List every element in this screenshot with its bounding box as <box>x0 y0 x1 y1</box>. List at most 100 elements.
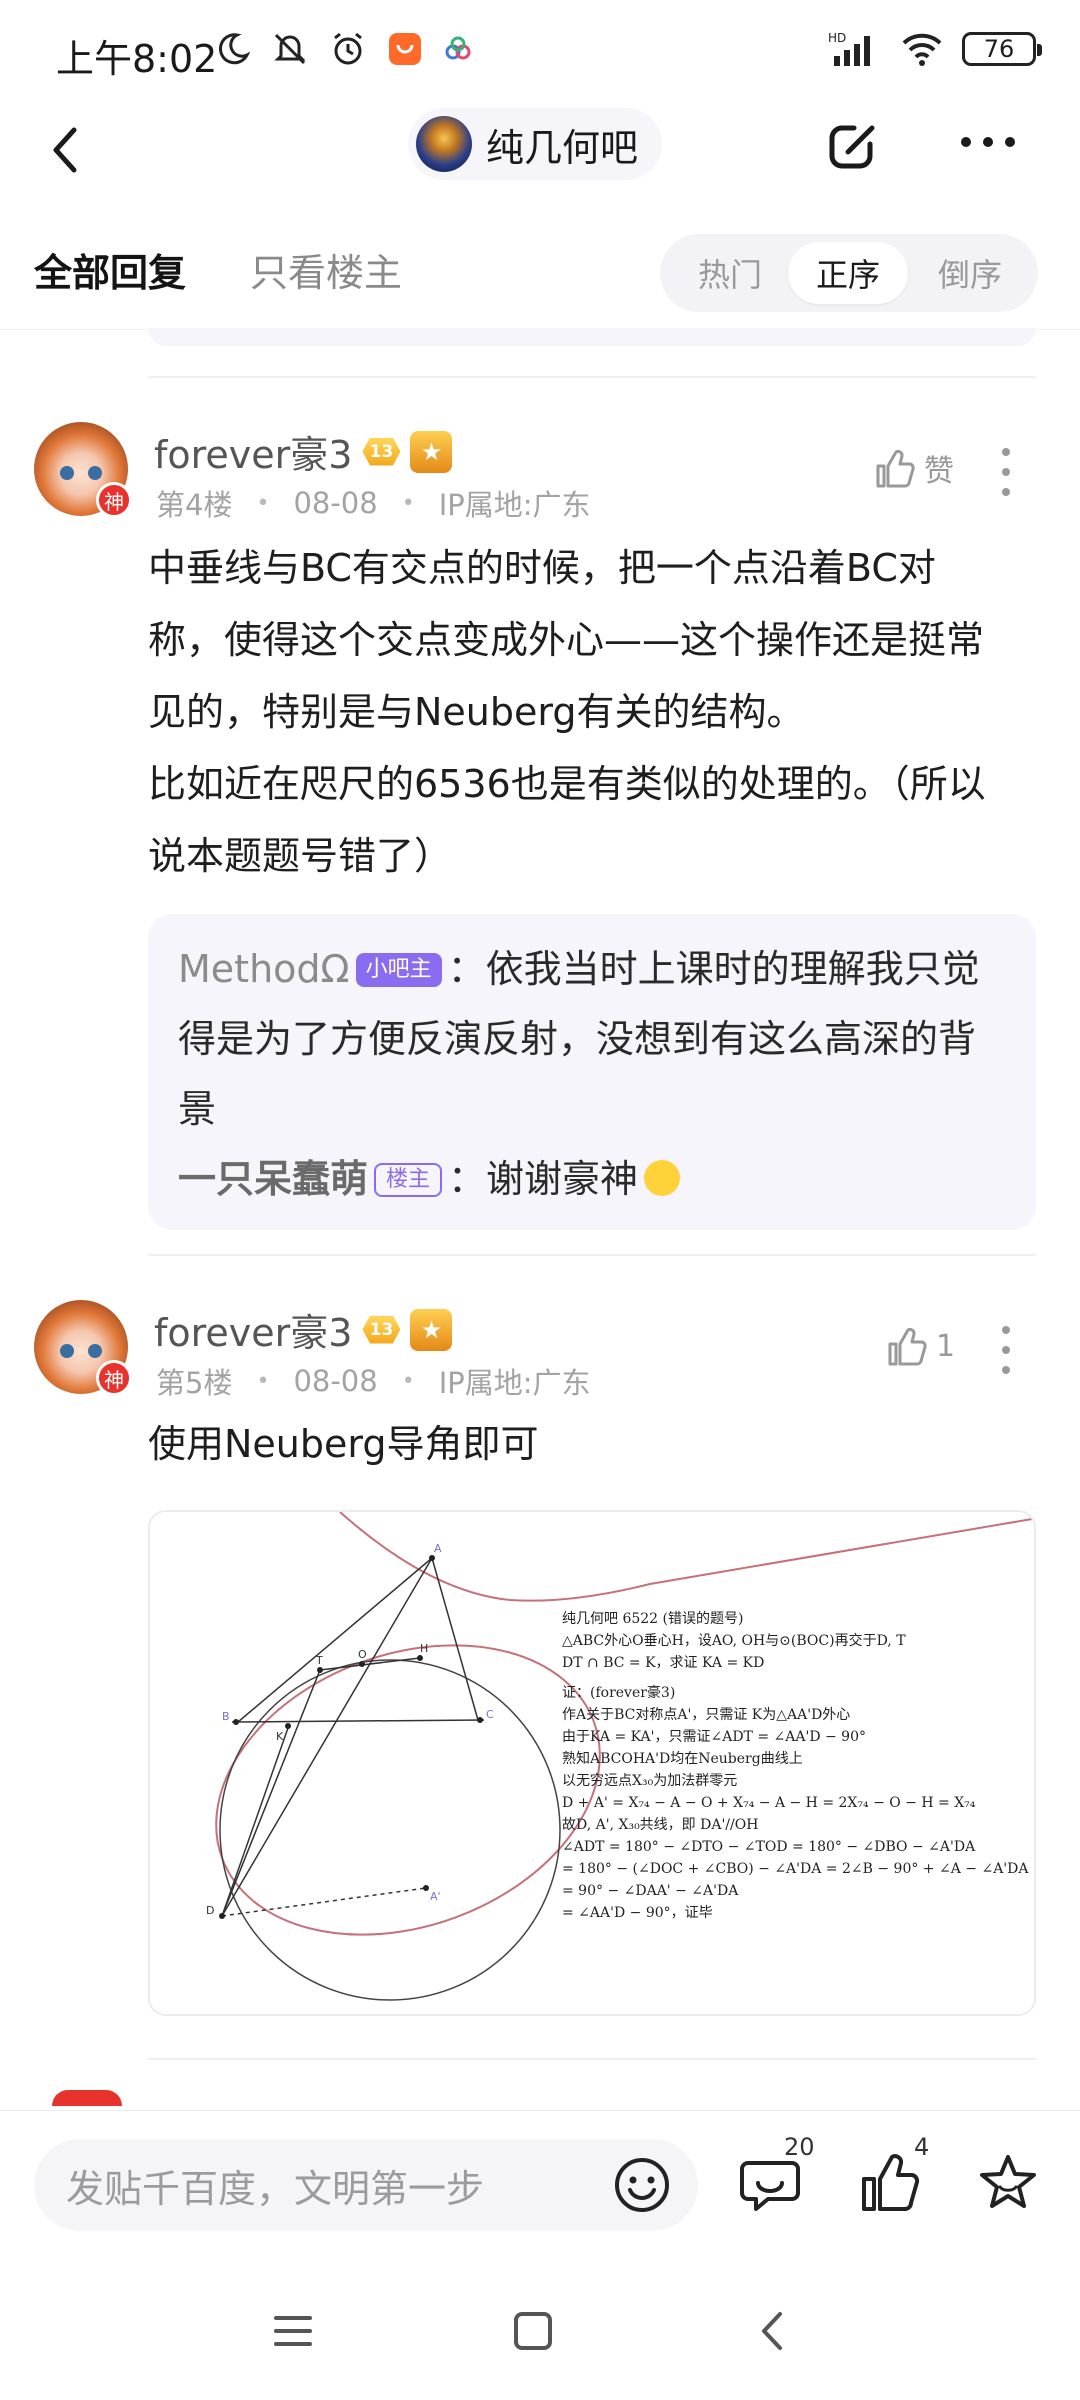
post-content-line: 比如近在咫尺的6536也是有类似的处理的。（所以 <box>148 762 986 806</box>
divider <box>148 1254 1036 1256</box>
sub-reply: MethodΩ 小吧主 ：依我当时上课时的理解我只觉 <box>178 934 1006 1004</box>
edit-icon[interactable] <box>822 114 884 176</box>
post-author[interactable]: forever豪3 13 ★ <box>154 1302 453 1357</box>
floor-number: 第5楼 <box>156 1366 233 1400</box>
next-post-avatar-edge <box>52 2090 122 2106</box>
post-content-line: 说本题题号错了） <box>148 834 453 878</box>
post-image[interactable]: A B C D K T O H A' 纯几何吧 6522 (错误的题号) △AB… <box>148 1510 1036 2016</box>
sort-descending[interactable]: 倒序 <box>910 242 1030 304</box>
reply-username[interactable]: MethodΩ <box>178 947 350 991</box>
proof-text: 纯几何吧 6522 (错误的题号) △ABC外心O垂心H，设AO, OH与⊙(B… <box>562 1608 1028 1924</box>
back-nav-icon[interactable] <box>748 2306 798 2356</box>
like-button[interactable]: 1 <box>884 1324 955 1368</box>
proof-line: ∠ADT = 180° − ∠DTO − ∠TOD = 180° − ∠DBO … <box>562 1839 976 1855</box>
emoji-icon[interactable] <box>612 2155 672 2215</box>
reply-text: ：依我当时上课时的理解我只觉 <box>447 947 980 991</box>
point-label: O <box>358 1648 367 1661</box>
header: 纯几何吧 <box>0 100 1080 220</box>
post-author[interactable]: forever豪3 13 ★ <box>154 424 453 479</box>
post-date: 08-08 <box>293 486 378 520</box>
proof-line: 熟知ABCOHA'D均在Neuberg曲线上 <box>562 1751 803 1767</box>
medal-icon: ★ <box>410 1308 453 1351</box>
thumb-up-icon[interactable] <box>858 2151 922 2215</box>
moon-icon <box>218 33 251 65</box>
link-app-icon <box>445 36 471 60</box>
reply-text: ：谢谢豪神 <box>448 1157 639 1201</box>
menu-icon[interactable] <box>268 2306 318 2356</box>
post-more-icon[interactable] <box>996 444 1016 500</box>
sort-hot[interactable]: 热门 <box>670 242 790 304</box>
point-label: B <box>222 1710 230 1723</box>
god-badge: 神 <box>96 1360 132 1396</box>
point-label: D <box>206 1904 214 1917</box>
sort-ascending[interactable]: 正序 <box>788 242 908 304</box>
comment-input[interactable]: 发贴千百度，文明第一步 <box>34 2139 698 2231</box>
reply-text: 景 <box>178 1087 217 1131</box>
god-badge: 神 <box>96 482 132 518</box>
proof-line: D + A' = X₇₄ − A − O + X₇₄ − A − H = 2X₇… <box>562 1795 976 1811</box>
like-button[interactable]: 赞 <box>872 446 954 490</box>
system-nav-bar <box>0 2262 1080 2400</box>
tab-owner-only[interactable]: 只看楼主 <box>250 242 402 297</box>
post-content-line: 称，使得这个交点变成外心——这个操作还是挺常 <box>148 618 985 662</box>
alarm-icon <box>334 32 362 65</box>
user-avatar[interactable]: 神 <box>34 1300 132 1396</box>
post-content-line: 见的，特别是与Neuberg有关的结构。 <box>148 690 805 734</box>
more-icon[interactable] <box>958 122 1018 162</box>
owner-tag: 楼主 <box>374 1163 443 1197</box>
status-icons-right: HD 76 <box>828 30 1042 68</box>
wifi-icon <box>902 33 942 66</box>
username: forever豪3 <box>154 433 353 477</box>
level-badge: 13 <box>362 437 401 466</box>
comment-count: 20 <box>784 2133 815 2161</box>
user-avatar[interactable]: 神 <box>34 422 132 518</box>
thumb-up-icon <box>888 1327 927 1366</box>
home-icon[interactable] <box>508 2306 558 2356</box>
level-badge: 13 <box>362 1315 401 1344</box>
proof-line: 证：(forever豪3) <box>562 1685 676 1701</box>
point-label: A' <box>430 1890 441 1903</box>
post-meta: 第5楼 • 08-08 • IP属地:广东 <box>156 1360 591 1402</box>
proof-line: 由于KA = KA'，只需证∠ADT = ∠AA'D − 90° <box>562 1729 866 1745</box>
proof-line: 纯几何吧 6522 (错误的题号) <box>562 1611 744 1627</box>
proof-line: △ABC外心O垂心H，设AO, OH与⊙(BOC)再交于D, T <box>562 1633 906 1649</box>
shopping-app-icon <box>389 33 421 65</box>
forum-name: 纯几何吧 <box>486 125 639 170</box>
battery-indicator: 76 <box>962 32 1042 66</box>
forum-avatar <box>416 116 472 172</box>
divider <box>148 2058 1036 2060</box>
medal-icon: ★ <box>410 430 453 473</box>
back-icon[interactable] <box>42 120 92 180</box>
post-content: 使用Neuberg导角即可 <box>148 1408 1048 1480</box>
status-icons-left <box>215 30 473 68</box>
forum-title-pill[interactable]: 纯几何吧 <box>408 108 663 180</box>
thumb-up-icon <box>876 449 915 488</box>
point-label: K <box>276 1730 284 1743</box>
network-label: HD <box>828 31 846 45</box>
status-bar: 上午8:02 HD 76 <box>0 0 1080 100</box>
floor-number: 第4楼 <box>156 488 233 522</box>
status-time: 上午8:02 <box>56 37 218 81</box>
sub-replies[interactable]: MethodΩ 小吧主 ：依我当时上课时的理解我只觉 得是为了方便反演反射，没想到有… <box>148 914 1036 1230</box>
post-content-line: 中垂线与BC有交点的时候，把一个点沿着BC对 <box>148 546 936 590</box>
ip-location: IP属地:广东 <box>438 1366 591 1400</box>
tab-all-replies[interactable]: 全部回复 <box>34 242 186 297</box>
username: forever豪3 <box>154 1311 353 1355</box>
signal-icon: HD <box>828 31 870 66</box>
like-count: 4 <box>914 2133 930 2161</box>
point-label: H <box>420 1642 428 1655</box>
post-more-icon[interactable] <box>996 1322 1016 1378</box>
post-content-line: 使用Neuberg导角即可 <box>148 1422 539 1466</box>
point-label: A <box>434 1542 442 1555</box>
ip-location: IP属地:广东 <box>438 488 591 522</box>
star-icon[interactable] <box>976 2151 1040 2215</box>
proof-line: 以无穷远点X₃₀为加法群零元 <box>562 1773 738 1789</box>
sub-reply: 一只呆蠢萌 楼主 ：谢谢豪神 <box>178 1144 1006 1214</box>
reply-username[interactable]: 一只呆蠢萌 <box>178 1157 368 1201</box>
post-content: 中垂线与BC有交点的时候，把一个点沿着BC对 称，使得这个交点变成外心——这个操… <box>148 532 1048 892</box>
proof-line: = 90° − ∠DAA' − ∠A'DA <box>562 1883 739 1899</box>
mute-bell-icon <box>274 33 306 65</box>
previous-post-replies-tail <box>148 328 1036 346</box>
bottom-action-bar: 发贴千百度，文明第一步 20 4 <box>0 2110 1080 2260</box>
point-label: C <box>486 1708 494 1721</box>
